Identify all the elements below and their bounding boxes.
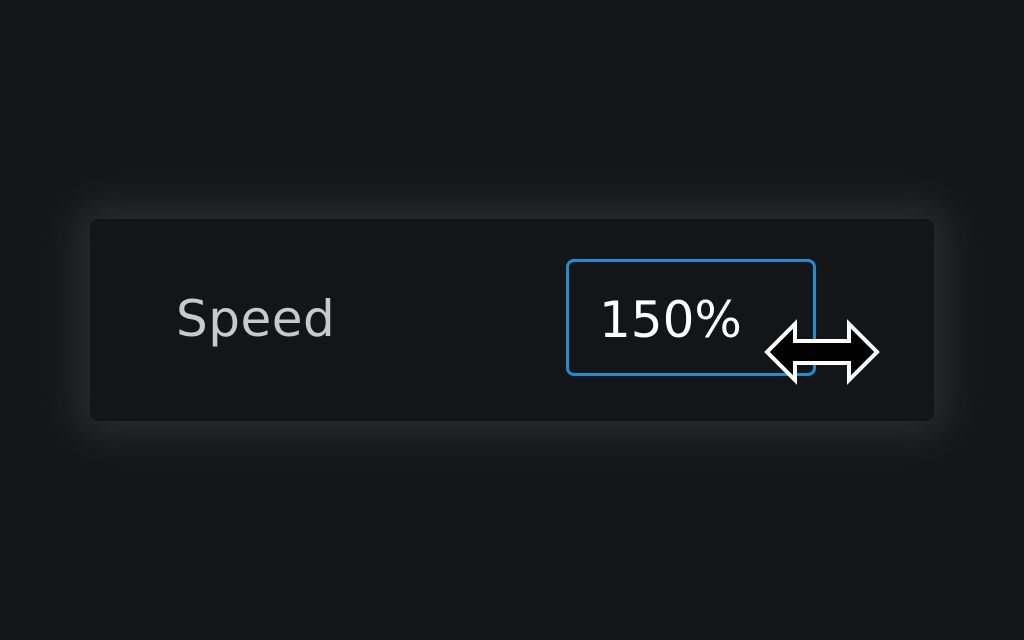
speed-control-panel: Speed 150%: [90, 219, 934, 421]
horizontal-resize-cursor-icon: [764, 319, 880, 385]
speed-value: 150%: [599, 291, 742, 349]
app-stage: Speed 150%: [0, 0, 1024, 640]
speed-label: Speed: [176, 290, 336, 348]
